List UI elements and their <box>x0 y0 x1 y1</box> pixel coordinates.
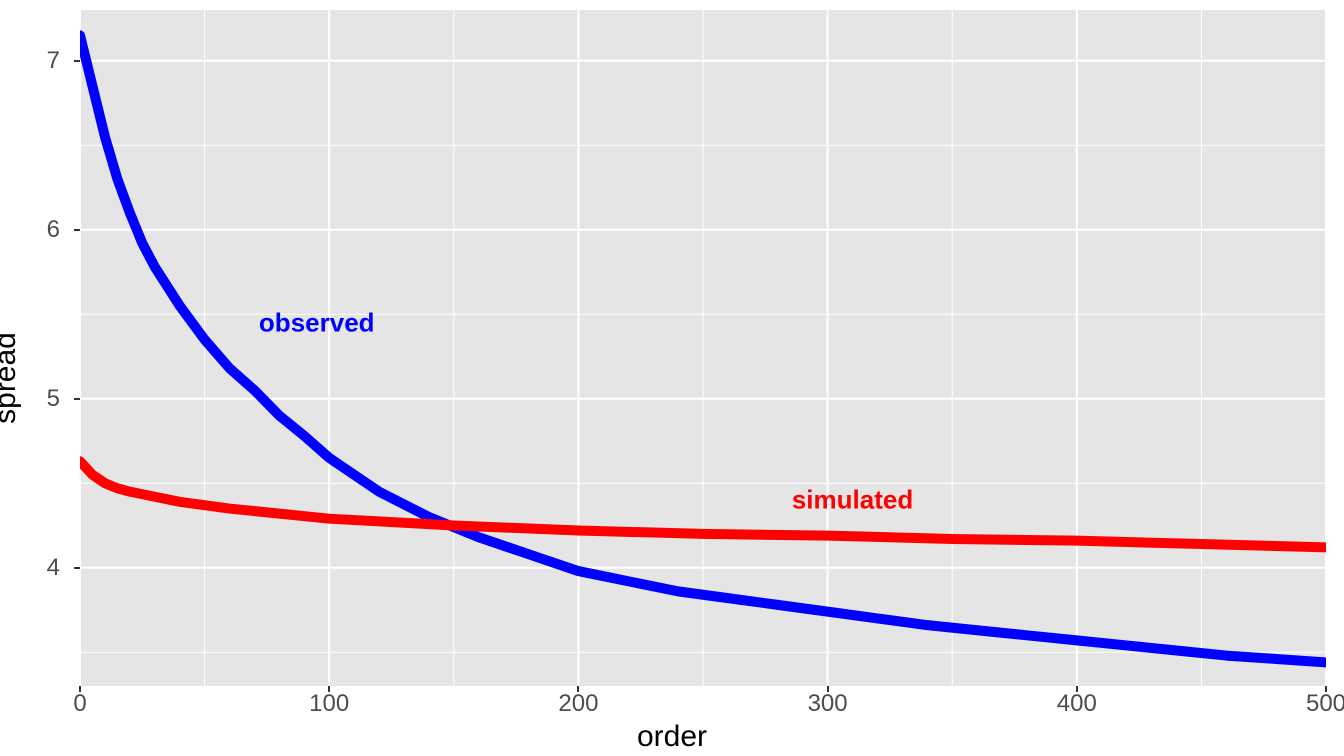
x-tick-label: 100 <box>309 690 349 718</box>
annotation-observed: observed <box>259 307 375 338</box>
x-tick-mark <box>1076 686 1078 692</box>
y-tick-label: 4 <box>47 554 60 582</box>
x-tick-label: 300 <box>808 690 848 718</box>
y-tick-label: 7 <box>47 47 60 75</box>
x-tick-mark <box>827 686 829 692</box>
y-tick-mark <box>74 567 80 569</box>
x-axis-label: order <box>637 720 707 754</box>
x-tick-mark <box>79 686 81 692</box>
plot-panel: observed simulated <box>80 10 1326 686</box>
y-tick-mark <box>74 398 80 400</box>
x-tick-label: 200 <box>558 690 598 718</box>
y-tick-mark <box>74 60 80 62</box>
plot-svg <box>80 10 1326 686</box>
y-tick-group: 4 5 6 7 <box>0 10 70 686</box>
y-tick-label: 6 <box>47 216 60 244</box>
x-tick-label: 500 <box>1306 690 1344 718</box>
x-tick-label: 0 <box>73 690 86 718</box>
y-tick-mark <box>74 229 80 231</box>
x-tick-mark <box>328 686 330 692</box>
y-tick-label: 5 <box>47 385 60 413</box>
x-tick-label: 400 <box>1057 690 1097 718</box>
x-tick-group: 0100200300400500 <box>80 690 1326 718</box>
x-tick-mark <box>577 686 579 692</box>
annotation-simulated: simulated <box>792 485 913 516</box>
chart-container: spread order 4567 observedsimulated 0100… <box>0 0 1344 756</box>
x-tick-mark <box>1325 686 1327 692</box>
